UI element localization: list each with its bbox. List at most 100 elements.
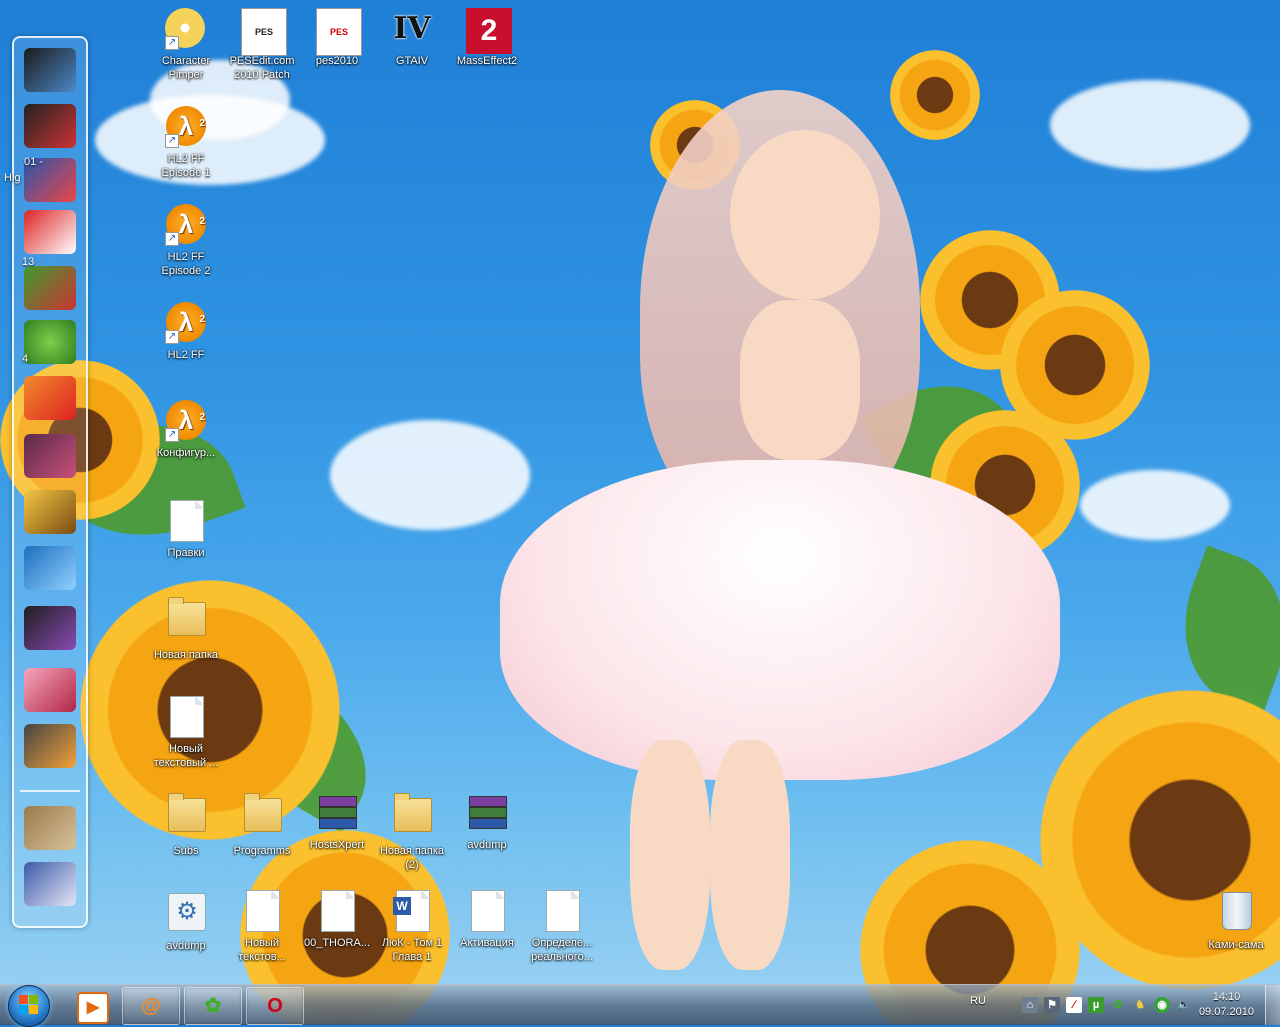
- desktop-icon-masseffect2[interactable]: 2 MassEffect2: [449, 8, 525, 68]
- taskbar-opera[interactable]: O: [246, 987, 304, 1025]
- volume-icon[interactable]: 🔈: [1176, 997, 1192, 1013]
- desktop-icon-label: Programms: [233, 845, 291, 857]
- desktop-icon-label: MassEffect2: [456, 55, 518, 67]
- half-life-icon: λ2: [165, 302, 207, 344]
- dock-item-10[interactable]: [24, 724, 76, 768]
- desktop-icon-activation[interactable]: Активация: [449, 890, 525, 950]
- dock-partial-label: 4: [22, 353, 29, 365]
- desktop-icon-hl2ff-ep2[interactable]: λ2 HL2 FF Episode 2: [148, 204, 224, 278]
- desktop-icon-label: Конфигур...: [156, 447, 216, 459]
- text-document-icon: [165, 696, 207, 738]
- side-dock: [12, 36, 88, 928]
- dock-item-8[interactable]: [24, 606, 76, 650]
- folder-icon: [241, 793, 283, 840]
- desktop-icon-pravki[interactable]: Правки: [148, 500, 224, 560]
- icq-icon: ✿: [204, 995, 222, 1017]
- half-life-icon: λ2: [165, 106, 207, 148]
- desktop-icon-hostsxpert[interactable]: HostsXpert: [299, 792, 375, 852]
- icq-tray-icon[interactable]: ✿: [1110, 997, 1126, 1013]
- flag-icon[interactable]: ⚑: [1044, 997, 1060, 1013]
- update-icon[interactable]: ◉: [1154, 997, 1170, 1013]
- desktop-icon-subs[interactable]: Subs: [148, 792, 224, 858]
- desktop-icon-thora[interactable]: 00_THORA...: [299, 890, 375, 950]
- user-icon[interactable]: ♞: [1132, 997, 1148, 1013]
- desktop-icon-recycle-bin[interactable]: Ками-сама: [1198, 888, 1274, 952]
- desktop-icon-label: Ками-сама: [1208, 939, 1264, 951]
- start-button[interactable]: [2, 983, 54, 1027]
- desktop-icon-label: Новый текстовый ...: [153, 743, 219, 769]
- desktop-icon-word-doc[interactable]: W ЛюК - Том 1 Глава 1: [374, 890, 450, 964]
- dock-separator: [20, 790, 80, 792]
- antivirus-icon[interactable]: ∕: [1066, 997, 1082, 1013]
- desktop-icon-new-text-2[interactable]: Новый текстов...: [224, 890, 300, 964]
- desktop-icon-new-folder[interactable]: Новая папка: [148, 596, 224, 662]
- opera-icon: O: [267, 995, 283, 1017]
- show-desktop-button[interactable]: [1265, 985, 1280, 1025]
- text-document-icon: [241, 890, 283, 932]
- desktop-icon-label: HL2 FF Episode 2: [161, 251, 211, 277]
- desktop-icon-pes2010[interactable]: PES pes2010: [299, 8, 375, 68]
- desktop-icon-label: Новый текстов...: [238, 937, 286, 963]
- desktop-icon-config[interactable]: λ2 Конфигур...: [148, 400, 224, 460]
- taskbar-mail-agent[interactable]: @: [122, 987, 180, 1025]
- desktop-icon-label: HL2 FF Episode 1: [161, 153, 211, 179]
- dock-item-icq[interactable]: [24, 320, 76, 364]
- desktop-icon-new-folder-2[interactable]: Новая папка (2): [374, 792, 450, 872]
- desktop-icon-label: Новая папка: [153, 649, 219, 661]
- desktop-icon-avdump[interactable]: ⚙ avdump: [148, 890, 224, 953]
- dock-item-1[interactable]: [24, 104, 76, 148]
- disc-setup-icon: [165, 8, 207, 50]
- pes2010-icon: PES: [316, 8, 362, 56]
- desktop-icon-new-text[interactable]: Новый текстовый ...: [148, 696, 224, 770]
- mail-agent-icon: @: [141, 995, 161, 1017]
- clock-date: 09.07.2010: [1198, 1006, 1254, 1018]
- desktop-icon-pesedit-patch[interactable]: PES PESEdit.com 2010 Patch: [224, 8, 300, 82]
- desktop-icon-avdump-archive[interactable]: avdump: [449, 792, 525, 852]
- media-player-icon: ▶: [77, 992, 109, 1024]
- half-life-icon: λ2: [165, 204, 207, 246]
- desktop-icon-gtaiv[interactable]: IV GTAIV: [374, 8, 450, 68]
- desktop-icon-label: Определе... реального...: [531, 937, 593, 963]
- desktop-icon-label: HostsXpert: [309, 839, 365, 851]
- clock[interactable]: 14:10 09.07.2010: [1199, 990, 1254, 1020]
- taskbar: ▶ @ ✿ O RU ⌂ ⚑ ∕ µ ✿ ♞ ◉ 🔈 14:10 09.07.2…: [0, 983, 1280, 1027]
- system-tray: RU ⌂ ⚑ ∕ µ ✿ ♞ ◉ 🔈 14:10 09.07.2010: [960, 985, 1280, 1025]
- dock-item-ccleaner[interactable]: [24, 376, 76, 420]
- dock-item-3[interactable]: [24, 210, 76, 254]
- desktop-icon-hl2ff-ep1[interactable]: λ2 HL2 FF Episode 1: [148, 106, 224, 180]
- masseffect2-icon: 2: [466, 8, 512, 54]
- winrar-icon: [466, 792, 508, 834]
- dock-item-recycle[interactable]: [24, 862, 76, 906]
- dock-item-7[interactable]: [24, 546, 76, 590]
- desktop-icon-programms[interactable]: Programms: [224, 792, 300, 858]
- utorrent-icon[interactable]: µ: [1088, 997, 1104, 1013]
- desktop-icon-label: Правки: [167, 547, 205, 559]
- dock-partial-label: 13: [22, 256, 35, 268]
- desktop-icon-label: Активация: [460, 937, 514, 949]
- folder-icon: [165, 597, 207, 644]
- dock-item-computer[interactable]: [24, 48, 76, 92]
- dock-item-5[interactable]: [24, 434, 76, 478]
- desktop-icon-label: GTAIV: [395, 55, 429, 67]
- folder-icon: [165, 793, 207, 840]
- text-document-icon: [541, 890, 583, 932]
- recycle-bin-icon: [1215, 892, 1257, 934]
- desktop-icon-opredele[interactable]: Определе... реального...: [524, 890, 600, 964]
- dock-item-6[interactable]: [24, 490, 76, 534]
- network-icon[interactable]: ⌂: [1022, 997, 1038, 1013]
- winrar-icon: [316, 792, 358, 834]
- desktop-icon-label: HL2 FF: [167, 349, 205, 361]
- desktop-icon-hl2ff[interactable]: λ2 HL2 FF: [148, 302, 224, 362]
- desktop-icon-label: pes2010: [315, 55, 359, 67]
- taskbar-media-player[interactable]: ▶: [62, 987, 120, 1025]
- desktop-icon-character-pimper[interactable]: Character Pimper: [148, 8, 224, 82]
- taskbar-icq[interactable]: ✿: [184, 987, 242, 1025]
- dock-partial-label: 01 -: [24, 156, 43, 168]
- desktop-icon-label: ЛюК - Том 1 Глава 1: [381, 937, 443, 963]
- language-indicator[interactable]: RU: [970, 995, 986, 1007]
- dock-partial-label: Hig: [4, 172, 21, 184]
- dock-item-9[interactable]: [24, 668, 76, 712]
- dock-item-utorrent[interactable]: [24, 266, 76, 310]
- dock-item-tools[interactable]: [24, 806, 76, 850]
- clock-time: 14:10: [1212, 991, 1241, 1003]
